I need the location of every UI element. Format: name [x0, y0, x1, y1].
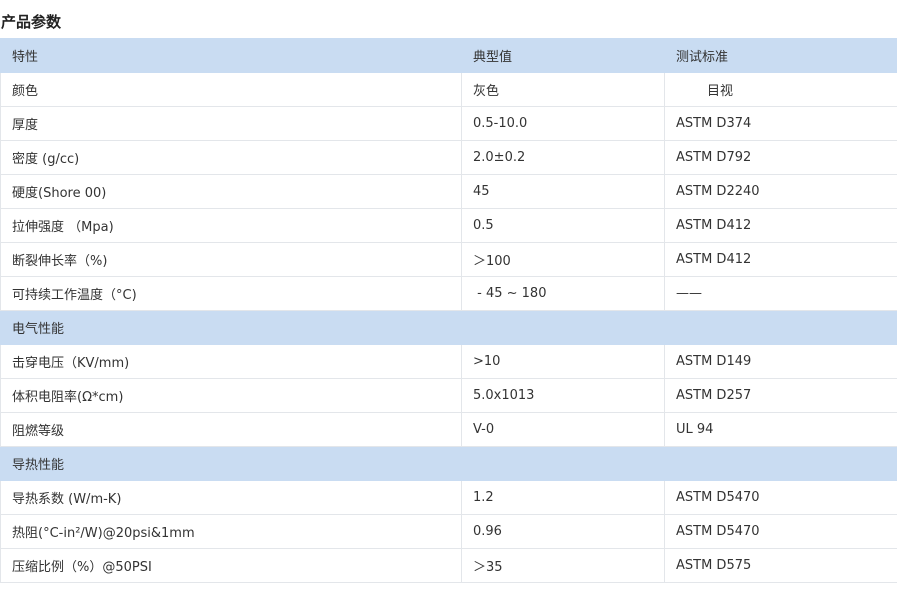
- cell-value: 2.0±0.2: [461, 140, 665, 175]
- cell-standard: 目视: [664, 72, 897, 107]
- product-parameters-table: 特性 典型值 测试标准 颜色 灰色 目视 厚度 0.5-10.0 ASTM D3…: [0, 38, 897, 583]
- table-row: 导热系数 (W/m-K) 1.2 ASTM D5470: [0, 480, 897, 515]
- table-row: 断裂伸长率（%) ＞100 ASTM D412: [0, 242, 897, 277]
- cell-standard: ASTM D149: [664, 344, 897, 379]
- cell-property: 可持续工作温度（°C): [0, 276, 462, 311]
- cell-property: 导热系数 (W/m-K): [0, 480, 462, 515]
- cell-value: ＞35: [461, 548, 665, 583]
- section-header-thermal: 导热性能: [0, 446, 897, 481]
- cell-standard: ASTM D575: [664, 548, 897, 583]
- cell-value: 0.5-10.0: [461, 106, 665, 141]
- cell-property: 击穿电压（KV/mm): [0, 344, 462, 379]
- cell-standard: ASTM D257: [664, 378, 897, 413]
- cell-value: - 45 ~ 180: [461, 276, 665, 311]
- cell-standard: ——: [664, 276, 897, 311]
- cell-standard: ASTM D5470: [664, 514, 897, 549]
- table-header-row: 特性 典型值 测试标准: [0, 38, 897, 73]
- cell-value: ＞100: [461, 242, 665, 277]
- table-row: 阻燃等级 V-0 UL 94: [0, 412, 897, 447]
- cell-property: 厚度: [0, 106, 462, 141]
- table-row: 拉伸强度 （Mpa) 0.5 ASTM D412: [0, 208, 897, 243]
- table-row: 热阻(°C-in²/W)@20psi&1mm 0.96 ASTM D5470: [0, 514, 897, 549]
- table-row: 可持续工作温度（°C) - 45 ~ 180 ——: [0, 276, 897, 311]
- cell-standard: UL 94: [664, 412, 897, 447]
- cell-property: 压缩比例（%）@50PSI: [0, 548, 462, 583]
- cell-property: 硬度(Shore 00): [0, 174, 462, 209]
- header-property: 特性: [0, 38, 462, 73]
- header-test-standard: 测试标准: [664, 38, 897, 73]
- page-title: 产品参数: [1, 13, 62, 31]
- cell-standard: ASTM D412: [664, 208, 897, 243]
- cell-property: 热阻(°C-in²/W)@20psi&1mm: [0, 514, 462, 549]
- cell-property: 密度 (g/cc): [0, 140, 462, 175]
- cell-property: 体积电阻率(Ω*cm): [0, 378, 462, 413]
- cell-property: 拉伸强度 （Mpa): [0, 208, 462, 243]
- table-row: 体积电阻率(Ω*cm) 5.0x1013 ASTM D257: [0, 378, 897, 413]
- table-row: 硬度(Shore 00) 45 ASTM D2240: [0, 174, 897, 209]
- cell-value: 0.5: [461, 208, 665, 243]
- table-row: 颜色 灰色 目视: [0, 72, 897, 107]
- cell-value: 0.96: [461, 514, 665, 549]
- table-row: 压缩比例（%）@50PSI ＞35 ASTM D575: [0, 548, 897, 583]
- cell-standard: ASTM D792: [664, 140, 897, 175]
- header-typical-value: 典型值: [461, 38, 665, 73]
- section-title: 导热性能: [0, 446, 897, 481]
- cell-standard: ASTM D5470: [664, 480, 897, 515]
- cell-property: 颜色: [0, 72, 462, 107]
- section-title: 电气性能: [0, 310, 897, 345]
- cell-standard: ASTM D412: [664, 242, 897, 277]
- cell-value: 灰色: [461, 72, 665, 107]
- table-row: 厚度 0.5-10.0 ASTM D374: [0, 106, 897, 141]
- cell-value: 1.2: [461, 480, 665, 515]
- cell-value: 5.0x1013: [461, 378, 665, 413]
- cell-property: 断裂伸长率（%): [0, 242, 462, 277]
- cell-standard: ASTM D2240: [664, 174, 897, 209]
- section-header-electrical: 电气性能: [0, 310, 897, 345]
- cell-property: 阻燃等级: [0, 412, 462, 447]
- table-row: 击穿电压（KV/mm) >10 ASTM D149: [0, 344, 897, 379]
- cell-value: >10: [461, 344, 665, 379]
- cell-standard: ASTM D374: [664, 106, 897, 141]
- cell-value: 45: [461, 174, 665, 209]
- table-row: 密度 (g/cc) 2.0±0.2 ASTM D792: [0, 140, 897, 175]
- cell-value: V-0: [461, 412, 665, 447]
